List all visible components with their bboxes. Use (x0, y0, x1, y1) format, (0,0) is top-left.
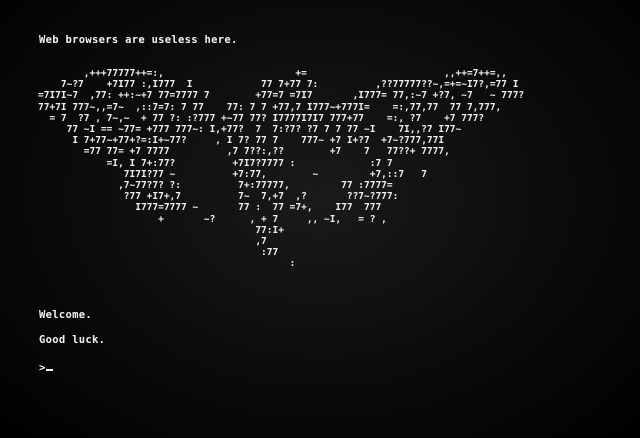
command-prompt[interactable]: > (39, 359, 53, 374)
terminal-screen[interactable]: Web browsers are useless here. ,+++77777… (0, 0, 640, 438)
ascii-art-logo: ,+++77777++=:, += ,,++=7++=,, 7~?7 +7I77… (38, 68, 525, 270)
text-cursor (45, 359, 53, 371)
prompt-symbol: > (39, 362, 46, 374)
welcome-message: Welcome. (39, 309, 92, 321)
header-message: Web browsers are useless here. (39, 34, 238, 46)
good-luck-message: Good luck. (39, 334, 106, 346)
